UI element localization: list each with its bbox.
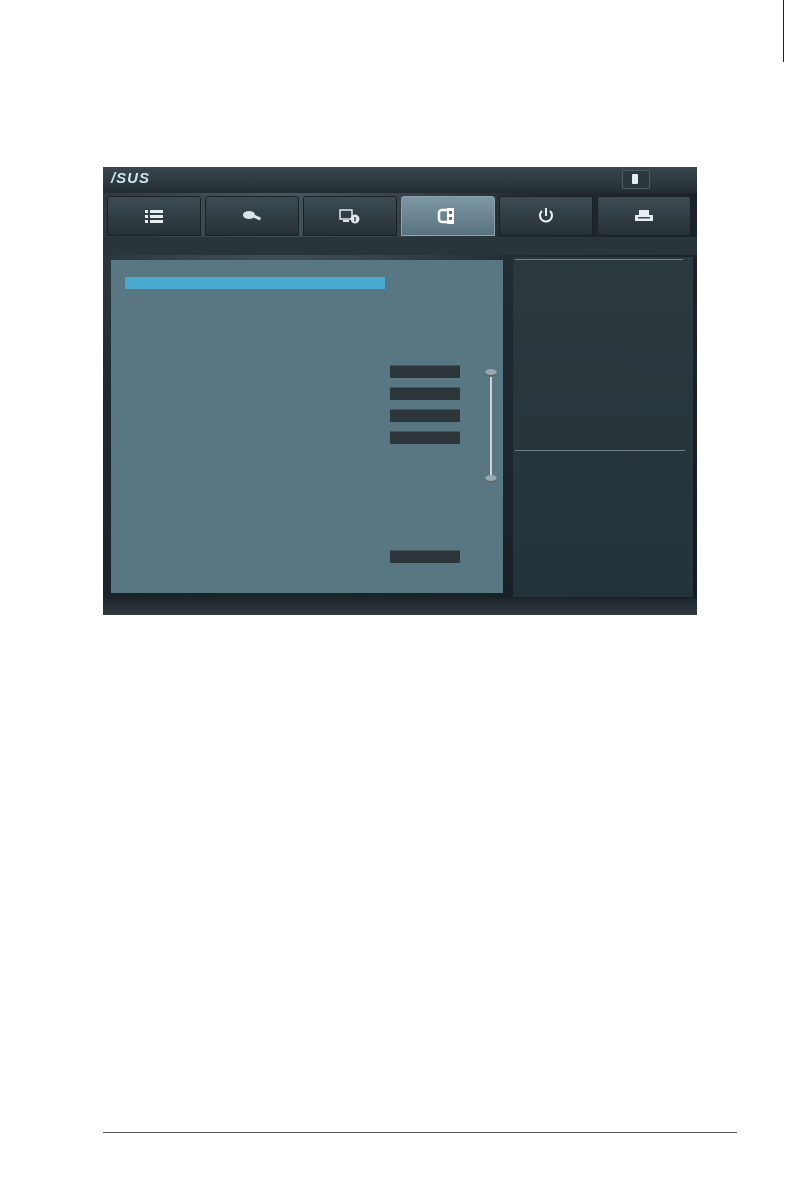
main-tabs [107,196,693,236]
option-value-button[interactable] [390,431,460,444]
tab-ai-tweaker[interactable] [205,196,299,236]
title-bar: /SUS [103,167,697,193]
power-icon [539,208,553,223]
footer-rule [103,1132,737,1133]
boot-chip-icon [437,208,454,224]
monitor-info-icon [339,209,360,224]
asus-logo: /SUS [111,170,151,187]
option-value-button[interactable] [390,409,460,422]
tools-icon [243,211,262,221]
exit-button[interactable] [622,170,650,189]
printer-tool-icon [635,210,653,221]
tab-advanced[interactable] [303,196,397,236]
option-value-button[interactable] [390,550,460,563]
help-divider [515,259,683,260]
help-divider [515,450,685,451]
option-value-button[interactable] [390,365,460,378]
tab-tool[interactable] [597,196,691,236]
tab-main[interactable] [107,196,201,236]
tab-exit[interactable] [499,196,593,236]
selected-setting-row[interactable] [125,277,385,289]
boot-settings-panel [111,260,503,593]
scrollbar-bottom-handle[interactable] [485,475,497,483]
option-value-button[interactable] [390,387,460,400]
exit-icon [632,174,638,184]
list-icon [145,210,163,223]
help-panel [513,257,693,597]
status-bar [103,598,697,615]
bios-window: /SUS [103,167,697,615]
tab-boot[interactable] [401,196,495,236]
scrollbar-top-handle[interactable] [485,369,497,377]
scrollbar-track[interactable] [490,374,492,479]
page-cut-line [783,0,784,62]
section-bar [103,237,697,255]
